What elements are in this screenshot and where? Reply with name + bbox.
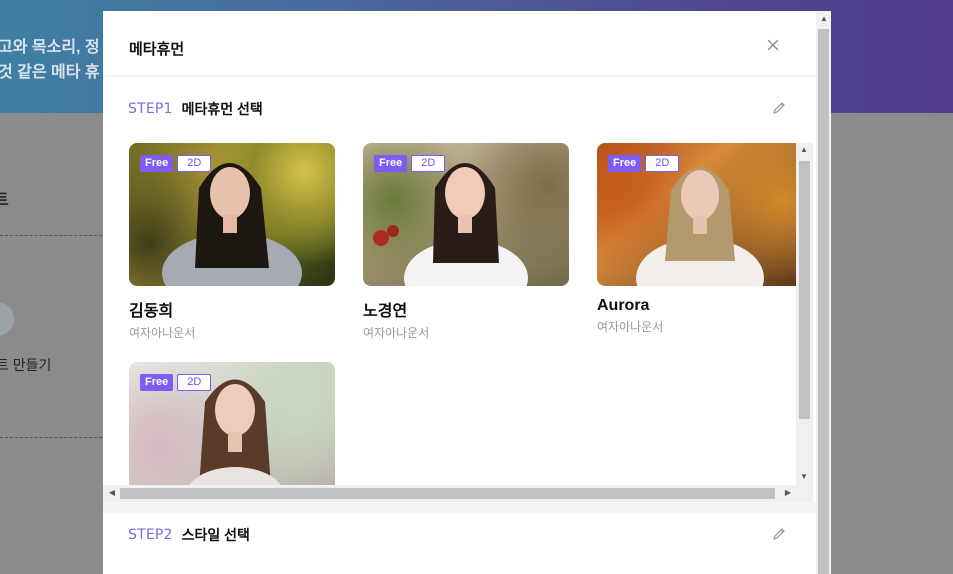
step2-name: 스타일 선택 [181,527,250,543]
scroll-left-arrow-icon[interactable]: ◀ [106,488,118,497]
step1-name: 메타휴먼 선택 [181,101,263,117]
pencil-icon [773,528,785,540]
header-divider [103,75,816,77]
modal-header: 메타휴먼 [103,11,816,77]
metahuman-card[interactable]: Free 2D 노경연 여자아나운서 [363,143,569,341]
metahuman-card[interactable]: Free 2D [129,362,335,503]
metahuman-list[interactable]: Free 2D 김동희 여자아나운서 Free 2D 노경연 여자아나운서 Fr… [103,131,811,503]
metahuman-card[interactable]: Free 2D Aurora 여자아나운서 [597,143,803,335]
background-make-label: 트 만들기 [0,357,52,373]
step1-header: STEP1 메타휴먼 선택 [128,99,263,119]
background-divider [0,437,102,438]
free-badge: Free [140,374,174,391]
metahuman-thumbnail: Free 2D [597,143,803,286]
banner-text-line1: 고와 목소리, 정 [0,39,100,56]
step2-edit-button[interactable] [771,526,789,544]
metahuman-name: 김동희 [129,303,174,320]
list-vertical-scrollbar[interactable]: ▲ ▼ [796,143,813,485]
step1-edit-button[interactable] [771,100,789,118]
metahuman-card[interactable]: Free 2D 김동희 여자아나운서 [129,143,335,341]
metahuman-thumbnail: Free 2D [363,143,569,286]
scroll-right-arrow-icon[interactable]: ▶ [782,488,794,497]
pencil-icon [773,102,785,114]
list-horizontal-scroll-thumb[interactable] [120,488,775,499]
modal-scroll-thumb[interactable] [818,29,829,574]
close-button[interactable] [763,35,783,55]
modal-scrollbar[interactable]: ▲ [816,11,831,574]
metahuman-modal: 메타휴먼 STEP1 메타휴먼 선택 Free 2D 김동희 여자아나운서 Fr… [103,11,816,574]
scroll-up-arrow-icon[interactable]: ▲ [818,14,830,23]
scroll-up-arrow-icon[interactable]: ▲ [798,145,810,154]
close-icon [767,39,779,51]
2d-badge: 2D [411,155,446,172]
badge-group: Free 2D [140,374,212,391]
badge-group: Free 2D [374,155,446,172]
step2-header: STEP2 스타일 선택 [128,525,250,545]
free-badge: Free [608,155,642,172]
2d-badge: 2D [645,155,680,172]
step1-number: STEP1 [128,101,173,117]
badge-group: Free 2D [140,155,212,172]
banner-text-line2: 것 같은 메타 휴 [0,64,100,81]
step2-number: STEP2 [128,527,173,543]
background-divider [0,235,102,236]
list-horizontal-scrollbar[interactable]: ◀ ▶ [103,485,813,502]
2d-badge: 2D [177,155,212,172]
metahuman-thumbnail: Free 2D [129,143,335,286]
metahuman-name: 노경연 [363,303,408,320]
2d-badge: 2D [177,374,212,391]
metahuman-name: Aurora [597,297,650,314]
modal-title: 메타휴먼 [129,41,185,58]
scroll-down-arrow-icon[interactable]: ▼ [798,472,810,481]
background-section-title: 트 [0,192,9,209]
free-badge: Free [374,155,408,172]
metahuman-role: 여자아나운서 [597,320,664,334]
metahuman-role: 여자아나운서 [129,326,196,340]
list-vertical-scroll-thumb[interactable] [799,161,810,419]
free-badge: Free [140,155,174,172]
metahuman-role: 여자아나운서 [363,326,430,340]
badge-group: Free 2D [608,155,680,172]
metahuman-thumbnail: Free 2D [129,362,335,503]
section-divider [103,502,816,514]
